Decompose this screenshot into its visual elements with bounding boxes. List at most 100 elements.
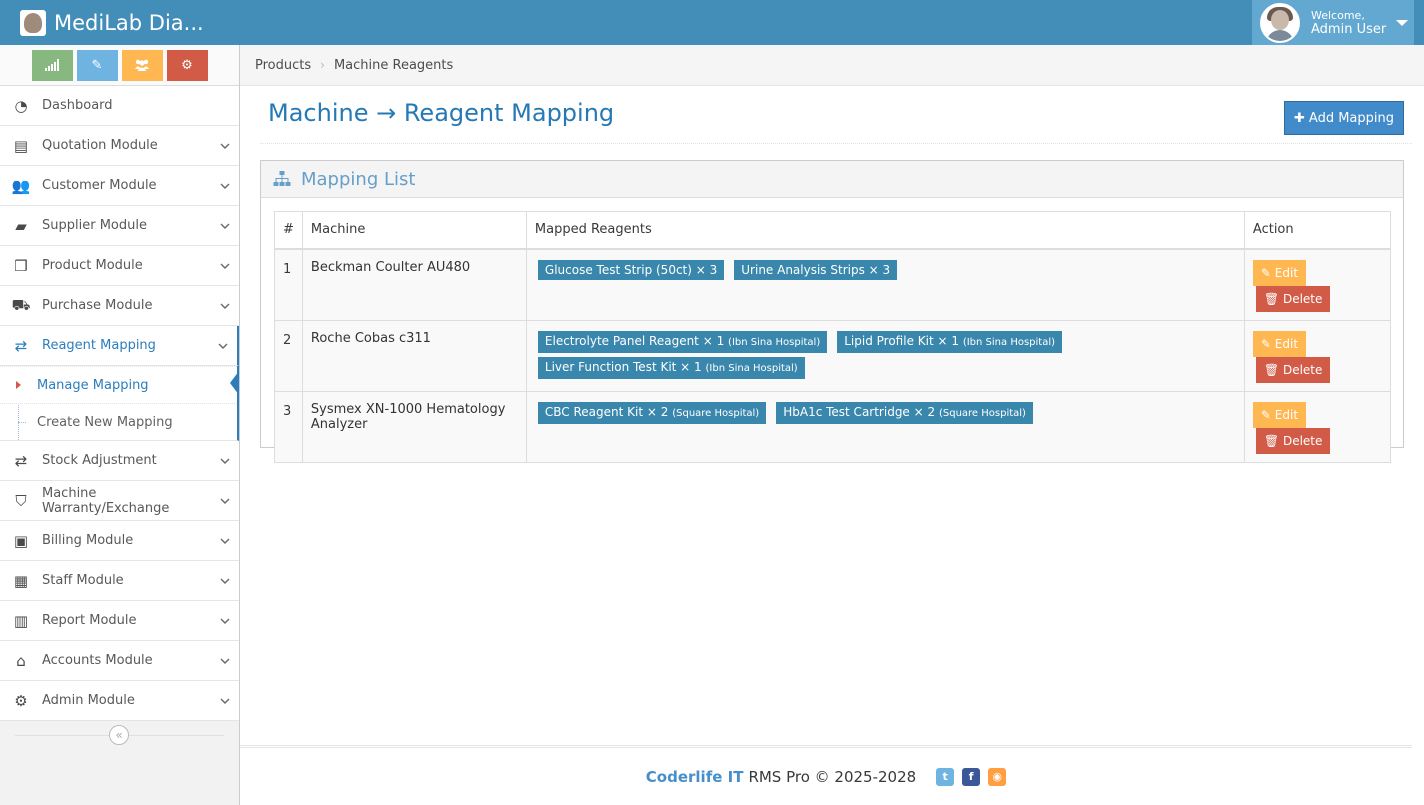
mapping-table: # Machine Mapped Reagents Action 1 Beckma… bbox=[274, 211, 1392, 463]
users-icon: 👥 bbox=[11, 176, 31, 195]
sidebar-item-customer-module[interactable]: 👥 Customer Module bbox=[0, 166, 239, 206]
plus-icon: ✚ bbox=[1294, 110, 1305, 126]
submenu-item-label: Create New Mapping bbox=[37, 414, 173, 430]
facebook-icon[interactable]: f bbox=[962, 767, 981, 786]
edit-button[interactable]: ✎ Edit bbox=[1252, 401, 1307, 428]
truck-icon: ▰ bbox=[15, 216, 27, 235]
shortcut-signal-button[interactable] bbox=[31, 49, 73, 81]
brand-link[interactable]: MediLab Dia... bbox=[20, 0, 204, 45]
add-mapping-button[interactable]: ✚ Add Mapping bbox=[1284, 101, 1404, 135]
submenu-item-manage-mapping[interactable]: Manage Mapping bbox=[0, 366, 239, 403]
delete-button[interactable]: 🗑 Delete bbox=[1255, 356, 1331, 383]
footer-text: RMS Pro © 2025-2028 bbox=[748, 767, 917, 786]
sidebar-item-quotation-module[interactable]: ▤ Quotation Module bbox=[0, 126, 239, 166]
row-actions: ✎ Edit🗑 Delete bbox=[1243, 319, 1392, 392]
bar-chart-icon: ▥ bbox=[13, 611, 29, 630]
shortcut-users-button[interactable] bbox=[121, 49, 163, 81]
sidebar-item-label: Purchase Module bbox=[42, 298, 153, 313]
table-row: 1 Beckman Coulter AU480 Glucose Test Strip… bbox=[274, 248, 1392, 321]
users-icon bbox=[135, 59, 149, 71]
caret-right-icon bbox=[16, 381, 21, 389]
sidebar-item-stock-adjustment[interactable]: ⇄ Stock Adjustment bbox=[0, 441, 239, 481]
sidebar-item-supplier-module[interactable]: ▰ Supplier Module bbox=[0, 206, 239, 246]
user-menu[interactable]: Welcome, Admin User bbox=[1252, 0, 1414, 45]
reagent-name: Glucose Test Strip (50ct) × 3 bbox=[544, 262, 718, 277]
money-icon: ▣ bbox=[13, 531, 29, 550]
edit-button[interactable]: ✎ Edit bbox=[1252, 259, 1307, 286]
mapped-reagents: CBC Reagent Kit × 2 (Square Hospital) HbA… bbox=[525, 390, 1245, 463]
sidebar-shortcuts: ✎ ⚙ bbox=[0, 45, 239, 86]
edit-label: Edit bbox=[1274, 336, 1299, 351]
sidebar-item-report-module[interactable]: ▥ Report Module bbox=[0, 601, 239, 641]
row-number: 1 bbox=[274, 248, 303, 321]
chevron-down-icon bbox=[211, 578, 239, 584]
reagent-name: Electrolyte Panel Reagent × 1 bbox=[544, 333, 725, 348]
table-row: 2 Roche Cobas c311 Electrolyte Panel Reage… bbox=[274, 319, 1392, 392]
bank-icon: ⌂ bbox=[16, 651, 26, 670]
cog-icon: ⚙ bbox=[14, 691, 28, 710]
mapped-reagents: Glucose Test Strip (50ct) × 3 Urine Analy… bbox=[525, 248, 1245, 321]
sidebar-item-label: Admin Module bbox=[42, 693, 135, 708]
breadcrumb: Products › Machine Reagents bbox=[240, 45, 1424, 86]
shortcut-cogs-button[interactable]: ⚙ bbox=[166, 49, 208, 81]
double-angle-left-icon: « bbox=[115, 728, 123, 742]
shortcut-pencil-button[interactable]: ✎ bbox=[76, 49, 118, 81]
mapping-list-widget: Mapping List # Machine Mapped Reagents A… bbox=[260, 160, 1404, 463]
breadcrumb-products[interactable]: Products bbox=[255, 58, 311, 73]
sidebar-item-purchase-module[interactable]: ⛟ Purchase Module bbox=[0, 286, 239, 326]
reagent-badge: Glucose Test Strip (50ct) × 3 bbox=[537, 259, 725, 280]
welcome-text: Welcome, bbox=[1311, 8, 1365, 22]
edit-button[interactable]: ✎ Edit bbox=[1252, 330, 1307, 357]
col-number-header: # bbox=[274, 211, 303, 250]
widget-header: Mapping List bbox=[261, 161, 1403, 198]
collapse-sidebar-button[interactable]: « bbox=[109, 725, 129, 745]
delete-label: Delete bbox=[1282, 433, 1323, 448]
trash-icon: 🗑 bbox=[1263, 362, 1280, 377]
page-header: Machine → Reagent Mapping ✚ Add Mapping bbox=[260, 86, 1412, 144]
reagent-hospital: (Ibn Sina Hospital) bbox=[705, 362, 798, 374]
user-name: Admin User bbox=[1311, 21, 1387, 37]
submenu-item-label: Manage Mapping bbox=[37, 377, 149, 393]
delete-label: Delete bbox=[1282, 362, 1323, 377]
sidebar-item-label: Machine Warranty/Exchange bbox=[42, 485, 170, 516]
delete-button[interactable]: 🗑 Delete bbox=[1255, 427, 1331, 454]
submenu-item-create-new-mapping[interactable]: Create New Mapping bbox=[0, 403, 237, 440]
sidebar-item-admin-module[interactable]: ⚙ Admin Module bbox=[0, 681, 239, 721]
file-text-icon: ▤ bbox=[13, 136, 29, 155]
chevron-down-icon bbox=[211, 538, 239, 544]
rss-icon[interactable]: ◉ bbox=[988, 767, 1007, 786]
navbar: MediLab Dia... Welcome, Admin User bbox=[0, 0, 1424, 45]
pencil-icon: ✎ bbox=[1260, 407, 1271, 422]
twitter-icon[interactable]: t bbox=[936, 767, 955, 786]
chevron-down-icon bbox=[211, 458, 239, 464]
sidebar-item-staff-module[interactable]: ▦ Staff Module bbox=[0, 561, 239, 601]
sidebar-collapse: « bbox=[0, 721, 239, 749]
delete-button[interactable]: 🗑 Delete bbox=[1255, 285, 1331, 312]
sidebar-item-label: Dashboard bbox=[42, 98, 113, 113]
table-row: 3 Sysmex XN-1000 Hematology Analyzer CBC R… bbox=[274, 390, 1392, 463]
sidebar-item-reagent-mapping[interactable]: ⇄ Reagent Mapping bbox=[0, 326, 239, 366]
caret-down-icon bbox=[1396, 19, 1409, 26]
col-machine-header: Machine bbox=[301, 211, 527, 250]
row-number: 3 bbox=[274, 390, 303, 463]
signal-icon bbox=[45, 59, 59, 71]
reagent-badge: Electrolyte Panel Reagent × 1 (Ibn Sina … bbox=[537, 330, 828, 353]
reagent-badge: Liver Function Test Kit × 1 (Ibn Sina Ho… bbox=[537, 356, 805, 379]
exchange-icon: ⇄ bbox=[14, 336, 28, 355]
exchange-icon: ⇄ bbox=[14, 451, 28, 470]
reagent-hospital: (Square Hospital) bbox=[938, 407, 1026, 419]
footer: Coderlife IT RMS Pro © 2025-2028 t f ◉ bbox=[240, 745, 1412, 805]
chevron-down-icon bbox=[211, 658, 239, 664]
sidebar-item-dashboard[interactable]: ◔ Dashboard bbox=[0, 86, 239, 126]
sidebar-item-machine-warranty-exchange[interactable]: ⛉ Machine Warranty/Exchange bbox=[0, 481, 239, 521]
shield-icon: ⛉ bbox=[15, 491, 27, 510]
avatar bbox=[1260, 2, 1300, 43]
sidebar-item-accounts-module[interactable]: ⌂ Accounts Module bbox=[0, 641, 239, 681]
chevron-down-icon bbox=[211, 698, 239, 704]
sidebar-item-product-module[interactable]: ❒ Product Module bbox=[0, 246, 239, 286]
briefcase-icon: ▦ bbox=[13, 571, 29, 590]
reagent-name: HbA1c Test Cartridge × 2 bbox=[783, 404, 936, 419]
reagent-badge: Urine Analysis Strips × 3 bbox=[734, 259, 898, 280]
pencil-icon: ✎ bbox=[1260, 336, 1271, 351]
sidebar-item-billing-module[interactable]: ▣ Billing Module bbox=[0, 521, 239, 561]
